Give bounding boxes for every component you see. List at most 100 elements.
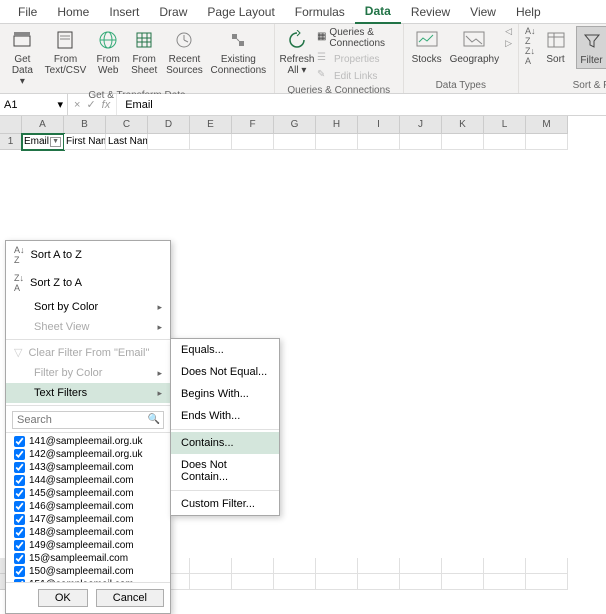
cell[interactable] <box>484 558 526 574</box>
filter-values-list[interactable]: 141@sampleemail.org.uk142@sampleemail.or… <box>6 432 170 582</box>
cell[interactable] <box>526 558 568 574</box>
sort-za[interactable]: Z↓ASort Z to A <box>6 269 170 297</box>
cell[interactable] <box>400 574 442 590</box>
chevron-down-icon[interactable]: ▾ <box>57 98 63 111</box>
cell[interactable] <box>358 134 400 150</box>
filter-value-item[interactable]: 144@sampleemail.com <box>6 474 170 487</box>
cell[interactable] <box>190 134 232 150</box>
ok-button[interactable]: OK <box>38 589 88 607</box>
col-f[interactable]: F <box>232 116 274 134</box>
tab-home[interactable]: Home <box>47 1 99 23</box>
cancel-button[interactable]: Cancel <box>96 589 164 607</box>
filter-value-item[interactable]: 146@sampleemail.com <box>6 500 170 513</box>
cell[interactable] <box>358 574 400 590</box>
name-box[interactable]: A1▾ <box>0 94 68 115</box>
select-all-corner[interactable] <box>0 116 22 134</box>
scroll-right-icon[interactable]: ▷ <box>505 38 512 49</box>
cell[interactable] <box>232 558 274 574</box>
text-filter-custom-filter[interactable]: Custom Filter... <box>171 493 279 515</box>
formula-bar[interactable]: Email <box>117 94 606 115</box>
cell[interactable] <box>400 558 442 574</box>
cell-a1[interactable]: Email▼ <box>22 134 64 150</box>
cell-b1[interactable]: First Nam▼ <box>64 134 106 150</box>
fx-icon[interactable]: fx <box>102 99 111 111</box>
filter-value-item[interactable]: 149@sampleemail.com <box>6 539 170 552</box>
cell[interactable] <box>316 574 358 590</box>
cell[interactable] <box>400 134 442 150</box>
cell[interactable] <box>484 134 526 150</box>
sort-asc-icon[interactable]: A↓Z <box>525 26 536 46</box>
tab-data[interactable]: Data <box>355 0 401 24</box>
cell[interactable] <box>316 134 358 150</box>
sort-desc-icon[interactable]: Z↓A <box>525 46 536 66</box>
cell[interactable] <box>484 574 526 590</box>
text-filter-contains[interactable]: Contains... <box>171 432 279 454</box>
checkbox[interactable] <box>14 488 25 499</box>
col-l[interactable]: L <box>484 116 526 134</box>
cell-c1[interactable]: Last Nam▼ <box>106 134 148 150</box>
cell[interactable] <box>274 558 316 574</box>
cell[interactable] <box>274 134 316 150</box>
filter-value-item[interactable]: 141@sampleemail.org.uk <box>6 435 170 448</box>
col-e[interactable]: E <box>190 116 232 134</box>
checkbox[interactable] <box>14 436 25 447</box>
col-m[interactable]: M <box>526 116 568 134</box>
checkbox[interactable] <box>14 449 25 460</box>
get-data-button[interactable]: GetData ▾ <box>6 26 39 89</box>
checkbox[interactable] <box>14 475 25 486</box>
scroll-left-icon[interactable]: ◁ <box>505 26 512 37</box>
col-k[interactable]: K <box>442 116 484 134</box>
checkbox[interactable] <box>14 501 25 512</box>
cell[interactable] <box>526 134 568 150</box>
filter-button[interactable]: Filter <box>576 26 606 69</box>
tab-review[interactable]: Review <box>401 1 460 23</box>
cell[interactable] <box>232 574 274 590</box>
checkbox[interactable] <box>14 566 25 577</box>
col-b[interactable]: B <box>64 116 106 134</box>
filter-value-item[interactable]: 148@sampleemail.com <box>6 526 170 539</box>
queries-connections-link[interactable]: ▦Queries & Connections <box>317 26 397 50</box>
filter-value-item[interactable]: 150@sampleemail.com <box>6 565 170 578</box>
filter-value-item[interactable]: 143@sampleemail.com <box>6 461 170 474</box>
sort-az[interactable]: A↓ZSort A to Z <box>6 241 170 269</box>
cell[interactable] <box>148 134 190 150</box>
cell[interactable] <box>190 574 232 590</box>
tab-view[interactable]: View <box>460 1 506 23</box>
text-filter-does-not-equal[interactable]: Does Not Equal... <box>171 361 279 383</box>
refresh-all-button[interactable]: RefreshAll ▾ <box>281 26 313 78</box>
checkbox[interactable] <box>14 514 25 525</box>
col-g[interactable]: G <box>274 116 316 134</box>
existing-connections-button[interactable]: ExistingConnections <box>209 26 268 78</box>
cell[interactable] <box>442 134 484 150</box>
checkbox[interactable] <box>14 462 25 473</box>
recent-sources-button[interactable]: RecentSources <box>164 26 204 78</box>
tab-file[interactable]: File <box>8 1 47 23</box>
search-input[interactable] <box>12 411 164 429</box>
sort-by-color[interactable]: Sort by Color▸ <box>6 297 170 317</box>
col-j[interactable]: J <box>400 116 442 134</box>
text-filter-does-not-contain[interactable]: Does Not Contain... <box>171 454 279 488</box>
cell[interactable] <box>442 558 484 574</box>
row-1-header[interactable]: 1 <box>0 134 22 150</box>
from-sheet-button[interactable]: FromSheet <box>128 26 160 78</box>
filter-value-item[interactable]: 147@sampleemail.com <box>6 513 170 526</box>
filter-dropdown-icon[interactable]: ▼ <box>50 137 61 147</box>
checkbox[interactable] <box>14 540 25 551</box>
tab-help[interactable]: Help <box>506 1 551 23</box>
cell[interactable] <box>316 558 358 574</box>
checkbox[interactable] <box>14 553 25 564</box>
cell[interactable] <box>232 134 274 150</box>
cell[interactable] <box>358 558 400 574</box>
from-text-csv-button[interactable]: FromText/CSV <box>43 26 88 78</box>
checkbox[interactable] <box>14 527 25 538</box>
tab-page-layout[interactable]: Page Layout <box>197 1 284 23</box>
cell[interactable] <box>190 558 232 574</box>
cell[interactable] <box>274 574 316 590</box>
filter-value-item[interactable]: 145@sampleemail.com <box>6 487 170 500</box>
col-i[interactable]: I <box>358 116 400 134</box>
text-filters[interactable]: Text Filters▸ <box>6 383 170 403</box>
cell[interactable] <box>526 574 568 590</box>
text-filter-begins-with[interactable]: Begins With... <box>171 383 279 405</box>
tab-formulas[interactable]: Formulas <box>285 1 355 23</box>
col-c[interactable]: C <box>106 116 148 134</box>
